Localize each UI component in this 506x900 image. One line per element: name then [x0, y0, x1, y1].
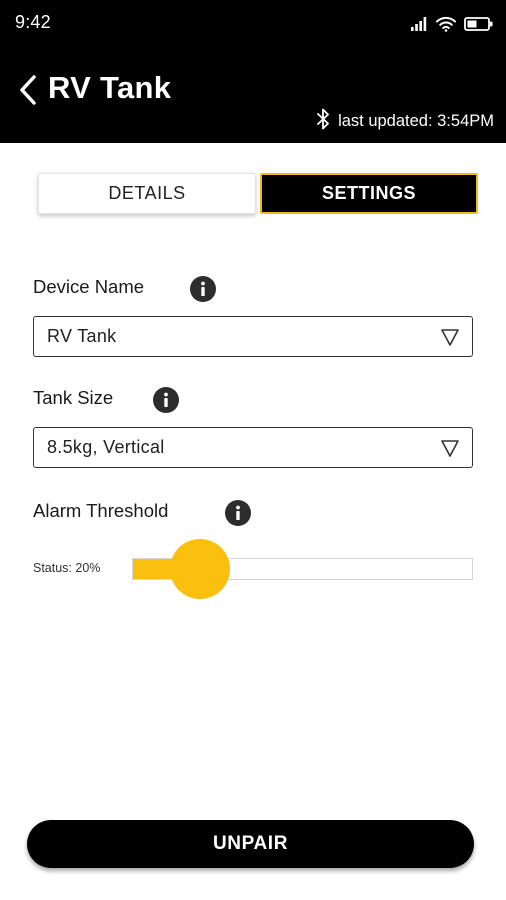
battery-icon [464, 16, 494, 32]
alarm-threshold-slider-thumb[interactable] [170, 539, 230, 599]
bluetooth-icon [316, 108, 330, 135]
tank-size-select[interactable]: 8.5kg, Vertical [33, 427, 473, 468]
status-time: 9:42 [15, 12, 51, 32]
tank-size-info-icon[interactable] [153, 387, 179, 413]
last-updated-indicator: last updated: 3:54PM [316, 108, 494, 135]
device-name-select[interactable]: RV Tank [33, 316, 473, 357]
tank-size-label: Tank Size [33, 387, 114, 408]
device-name-info-icon[interactable] [190, 276, 216, 302]
app-header: 9:42 RV Tank last updated: 3:54PM [0, 0, 506, 143]
alarm-threshold-label: Alarm Threshold [33, 500, 169, 521]
app-screen: 9:42 RV Tank last updated: 3:54PM DETAIL… [0, 0, 506, 900]
status-icons [410, 12, 494, 36]
back-button[interactable] [14, 72, 42, 112]
dropdown-triangle-icon [440, 327, 460, 347]
unpair-button[interactable]: UNPAIR [27, 820, 474, 868]
page-title: RV Tank [48, 70, 172, 105]
tab-settings[interactable]: SETTINGS [260, 173, 478, 214]
slider-status-text: Status: 20% [33, 561, 101, 575]
dropdown-triangle-icon [440, 438, 460, 458]
wifi-icon [436, 16, 456, 32]
device-name-value: RV Tank [47, 326, 117, 346]
device-name-label: Device Name [33, 276, 145, 297]
tab-details[interactable]: DETAILS [38, 173, 256, 214]
last-updated-text: last updated: 3:54PM [338, 112, 494, 130]
cellular-signal-icon [410, 16, 428, 32]
chevron-left-icon [18, 74, 38, 111]
tank-size-value: 8.5kg, Vertical [47, 437, 165, 457]
alarm-threshold-info-icon[interactable] [225, 500, 251, 526]
